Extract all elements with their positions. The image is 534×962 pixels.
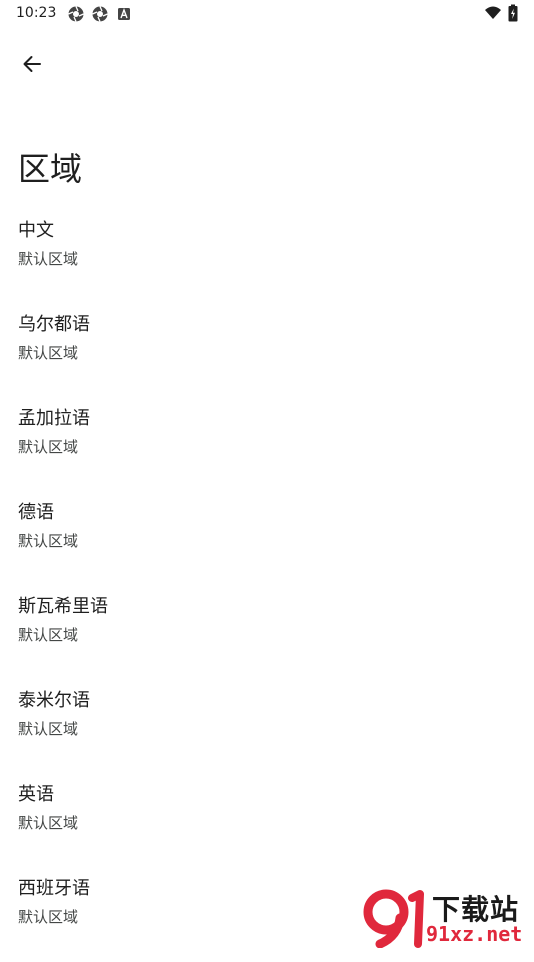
- region-subtitle: 默认区域: [18, 248, 534, 270]
- region-name: 英语: [18, 774, 534, 808]
- list-item-swahili[interactable]: 斯瓦希里语 默认区域: [0, 586, 534, 680]
- region-name: 中文: [18, 210, 534, 244]
- list-item-english[interactable]: 英语 默认区域: [0, 774, 534, 868]
- list-item-chinese[interactable]: 中文 默认区域: [0, 210, 534, 304]
- aperture-icon: [67, 5, 85, 23]
- region-subtitle: 默认区域: [18, 342, 534, 364]
- watermark-91-icon: [360, 888, 430, 948]
- status-time: 10:23: [16, 5, 56, 21]
- region-subtitle: 默认区域: [18, 624, 534, 646]
- region-list: 中文 默认区域 乌尔都语 默认区域 孟加拉语 默认区域 德语 默认区域 斯瓦希里…: [0, 210, 534, 962]
- page-title: 区域: [18, 144, 82, 190]
- list-item-urdu[interactable]: 乌尔都语 默认区域: [0, 304, 534, 398]
- list-item-tamil[interactable]: 泰米尔语 默认区域: [0, 680, 534, 774]
- system-icons: [484, 4, 518, 22]
- notification-icons: [67, 5, 133, 23]
- watermark-bottom-text: 91xz.net: [426, 922, 522, 946]
- region-subtitle: 默认区域: [18, 718, 534, 740]
- app-a-icon: [115, 5, 133, 23]
- region-subtitle: 默认区域: [18, 530, 534, 552]
- aperture-icon: [91, 5, 109, 23]
- wifi-icon: [484, 4, 502, 22]
- watermark-logo: 下载站 91xz.net: [360, 888, 532, 948]
- battery-icon: [508, 4, 518, 22]
- status-bar: 10:23: [0, 0, 534, 28]
- list-item-german[interactable]: 德语 默认区域: [0, 492, 534, 586]
- list-item-bengali[interactable]: 孟加拉语 默认区域: [0, 398, 534, 492]
- region-name: 孟加拉语: [18, 398, 534, 432]
- back-button[interactable]: [16, 48, 48, 80]
- arrow-left-icon: [21, 53, 43, 75]
- region-name: 乌尔都语: [18, 304, 534, 338]
- region-name: 斯瓦希里语: [18, 586, 534, 620]
- region-name: 泰米尔语: [18, 680, 534, 714]
- region-subtitle: 默认区域: [18, 436, 534, 458]
- region-subtitle: 默认区域: [18, 812, 534, 834]
- region-name: 德语: [18, 492, 534, 526]
